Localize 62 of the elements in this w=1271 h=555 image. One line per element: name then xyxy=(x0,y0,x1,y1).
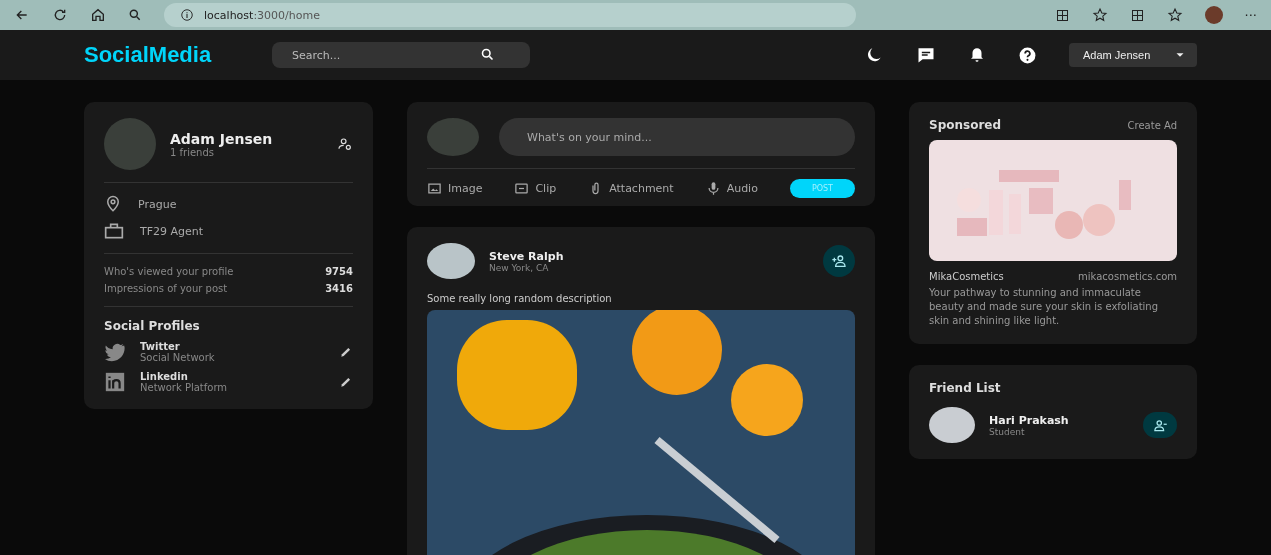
occupation-text: TF29 Agent xyxy=(140,224,204,238)
attachment-button[interactable]: Attachment xyxy=(588,181,674,196)
profile-name[interactable]: Adam Jensen xyxy=(170,130,337,147)
image-button[interactable]: Image xyxy=(427,181,483,196)
info-icon xyxy=(180,8,194,22)
grid-icon xyxy=(1054,7,1070,23)
message-icon xyxy=(916,45,936,65)
post-description: Some really long random description xyxy=(427,293,613,304)
logo[interactable]: SocialMedia xyxy=(84,42,272,68)
friend-subtitle: Student xyxy=(989,426,1026,437)
audio-button[interactable]: Audio xyxy=(705,181,758,196)
author-name[interactable]: Steve Ralph xyxy=(489,249,564,263)
location-text: Prague xyxy=(138,197,177,211)
edit-icon xyxy=(339,345,353,359)
search-icon xyxy=(480,47,495,62)
section-title: Social Profiles xyxy=(104,319,201,333)
stat-value: 9754 xyxy=(325,266,353,277)
create-ad-link[interactable]: Create Ad xyxy=(1127,119,1177,131)
clip-button[interactable]: Clip xyxy=(514,181,557,196)
more-button[interactable]: ··· xyxy=(1244,7,1257,23)
post-input[interactable]: What's on your mind... xyxy=(499,118,855,156)
search-icon xyxy=(128,8,142,22)
edit-icon xyxy=(339,375,353,389)
help-icon xyxy=(1018,45,1037,65)
address-bar[interactable]: localhost:3000/home xyxy=(164,3,856,27)
avatar xyxy=(929,407,975,443)
social-name: Twitter xyxy=(140,341,181,352)
location-icon xyxy=(104,195,122,213)
home-icon xyxy=(90,7,106,23)
profile-avatar[interactable] xyxy=(1204,6,1223,24)
social-subtitle: Social Network xyxy=(140,352,216,363)
stat-label: Who's viewed your profile xyxy=(104,266,234,277)
refresh-icon xyxy=(52,7,68,23)
card-title: Friend List xyxy=(929,381,1002,395)
ad-description: Your pathway to stunning and immaculate beauty and made sure your skin is exfoliating skin and shining like light. xyxy=(929,286,1160,328)
search-field[interactable]: Search... xyxy=(272,42,530,68)
clip-icon xyxy=(514,181,530,196)
add-friend-button[interactable] xyxy=(823,245,855,277)
bird-icon xyxy=(104,341,126,363)
social-name: Linkedin xyxy=(140,371,189,382)
stat-label: Impressions of your post xyxy=(104,283,228,294)
brand-name: MikaCosmetics xyxy=(929,271,1004,282)
add-person-icon xyxy=(831,253,847,269)
social-subtitle: Network Platform xyxy=(140,382,229,393)
star-icon xyxy=(1091,7,1108,23)
author-location: New York, CA xyxy=(489,262,550,273)
avatar xyxy=(104,118,156,170)
card-title: Sponsored xyxy=(929,118,1002,132)
in-logo-icon xyxy=(104,371,126,393)
user-dropdown[interactable]: Adam Jensen xyxy=(1069,43,1197,67)
remove-person-icon xyxy=(1152,417,1168,433)
avatar xyxy=(427,118,479,156)
manage-accounts-icon xyxy=(337,136,353,152)
remove-friend-button[interactable] xyxy=(1143,412,1177,438)
briefcase-icon xyxy=(104,221,124,241)
bell-icon xyxy=(968,46,986,64)
avatar xyxy=(427,243,475,279)
friend-name[interactable]: Hari Prakash xyxy=(989,413,1069,427)
stat-value: 3416 xyxy=(325,283,353,294)
friend-count: 1 friends xyxy=(170,146,215,158)
website-link[interactable]: mikacosmetics.com xyxy=(1078,271,1177,282)
image-icon xyxy=(427,181,442,196)
